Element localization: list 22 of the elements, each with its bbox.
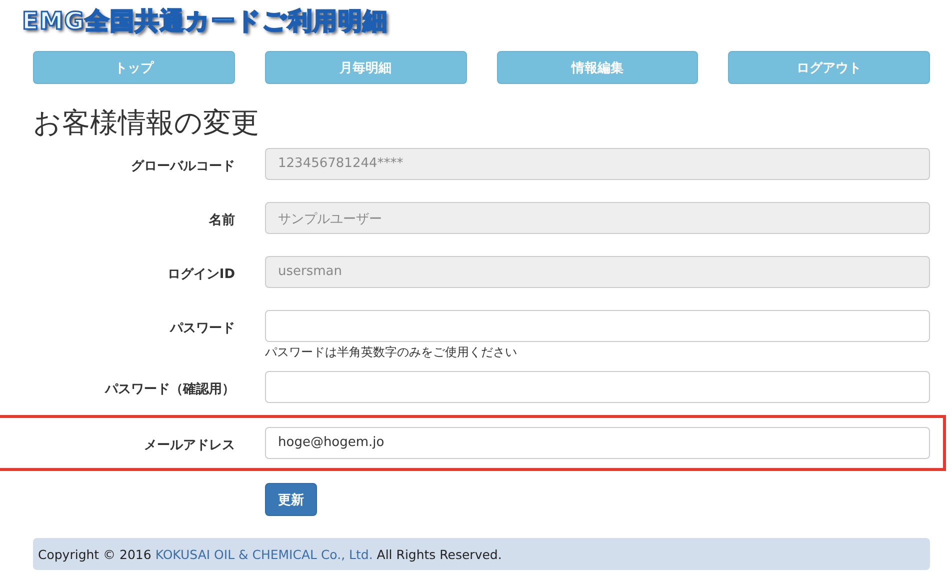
nav-button[interactable]: 情報編集 [496, 51, 698, 84]
page-heading: お客様情報の変更 [33, 106, 260, 140]
help-text: パスワードは半角英数字のみをご使用ください [265, 344, 518, 361]
field-label: パスワード（確認用） [105, 382, 235, 397]
field-label: ログインID [167, 267, 235, 282]
readonly-field: サンプルユーザー [265, 202, 930, 234]
nav-button[interactable]: ログアウト [728, 51, 930, 84]
update-button[interactable]: 更新 [265, 483, 317, 516]
field-label: パスワード [170, 321, 235, 336]
company-link[interactable]: KOKUSAI OIL & CHEMICAL Co., Ltd. [155, 546, 373, 562]
copyright-text: Copyright © 2016 KOKUSAI OIL & CHEMICAL Co., Ltd. All Rights Reserved. [38, 546, 502, 562]
readonly-field: usersman [265, 256, 930, 288]
readonly-field: 123456781244**** [265, 148, 930, 180]
input-field[interactable] [265, 371, 930, 403]
input-field[interactable] [265, 310, 930, 342]
nav-button[interactable]: 月毎明細 [264, 51, 466, 84]
input-field[interactable]: hoge@hogem.jo [265, 427, 930, 459]
nav-button[interactable]: トップ [33, 51, 235, 84]
field-label: メールアドレス [144, 438, 235, 453]
field-label: グローバルコード [131, 159, 235, 174]
site-logo: EMG全国共通カードご利用明細 [22, 6, 388, 37]
field-label: 名前 [209, 213, 235, 228]
